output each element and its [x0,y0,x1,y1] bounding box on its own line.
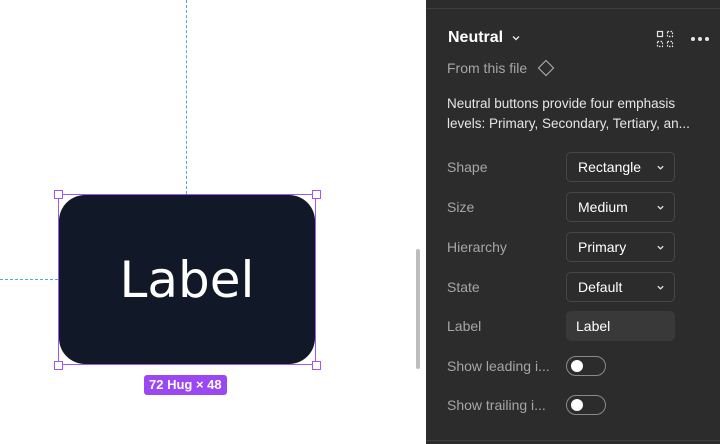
chevron-down-icon [657,245,664,250]
label-text-field[interactable]: Label [566,311,675,341]
toggle-knob [571,360,583,372]
horizontal-guide-line [0,279,58,280]
resize-handle-top-left[interactable] [54,190,63,199]
description-line: Neutral buttons provide four emphasis [447,96,676,111]
properties-panel: Neutral From this file Neutral buttons p… [426,0,720,444]
show-leading-icon-toggle[interactable] [566,356,606,376]
shape-value: Rectangle [578,159,642,175]
chevron-down-icon [657,205,664,210]
description-line: levels: Primary, Secondary, Tertiary, an… [447,116,690,131]
panel-divider [426,8,720,9]
show-trailing-icon-toggle[interactable] [566,395,606,415]
prop-label-label: Label [447,318,482,334]
component-description: Neutral buttons provide four emphasis le… [447,94,715,134]
canvas-scrollbar[interactable] [416,249,420,369]
prop-label-size: Size [447,199,475,215]
resize-handle-bottom-right[interactable] [312,361,321,370]
component-source[interactable]: From this file [447,59,555,77]
size-value: Medium [578,199,628,215]
hierarchy-value: Primary [578,239,627,255]
state-value: Default [578,279,623,295]
toggle-knob [571,399,583,411]
chevron-down-icon [657,285,664,290]
component-name: Neutral [448,29,504,46]
panel-divider [426,440,720,441]
instance-grid-icon[interactable] [656,30,674,48]
prop-label-shape: Shape [447,159,488,175]
component-name-dropdown[interactable]: Neutral [448,29,521,47]
more-options-icon[interactable] [690,30,710,48]
component-diamond-icon [537,59,555,77]
chevron-down-icon [657,165,664,170]
design-canvas[interactable]: Label 72 Hug × 48 [0,0,426,444]
resize-handle-bottom-left[interactable] [54,361,63,370]
state-dropdown[interactable]: Default [566,272,675,302]
prop-label-show-leading-icon: Show leading i... [447,358,550,374]
resize-handle-top-right[interactable] [312,190,321,199]
chevron-down-icon [512,36,520,41]
size-badge: 72 Hug × 48 [144,375,227,395]
prop-label-hierarchy: Hierarchy [447,239,507,255]
vertical-guide-line [186,0,187,194]
source-text: From this file [447,60,528,76]
hierarchy-dropdown[interactable]: Primary [566,232,675,262]
size-dropdown[interactable]: Medium [566,192,675,222]
shape-dropdown[interactable]: Rectangle [566,152,675,182]
prop-label-show-trailing-icon: Show trailing i... [447,397,546,413]
selection-outline [58,194,316,365]
prop-label-state: State [447,279,480,295]
